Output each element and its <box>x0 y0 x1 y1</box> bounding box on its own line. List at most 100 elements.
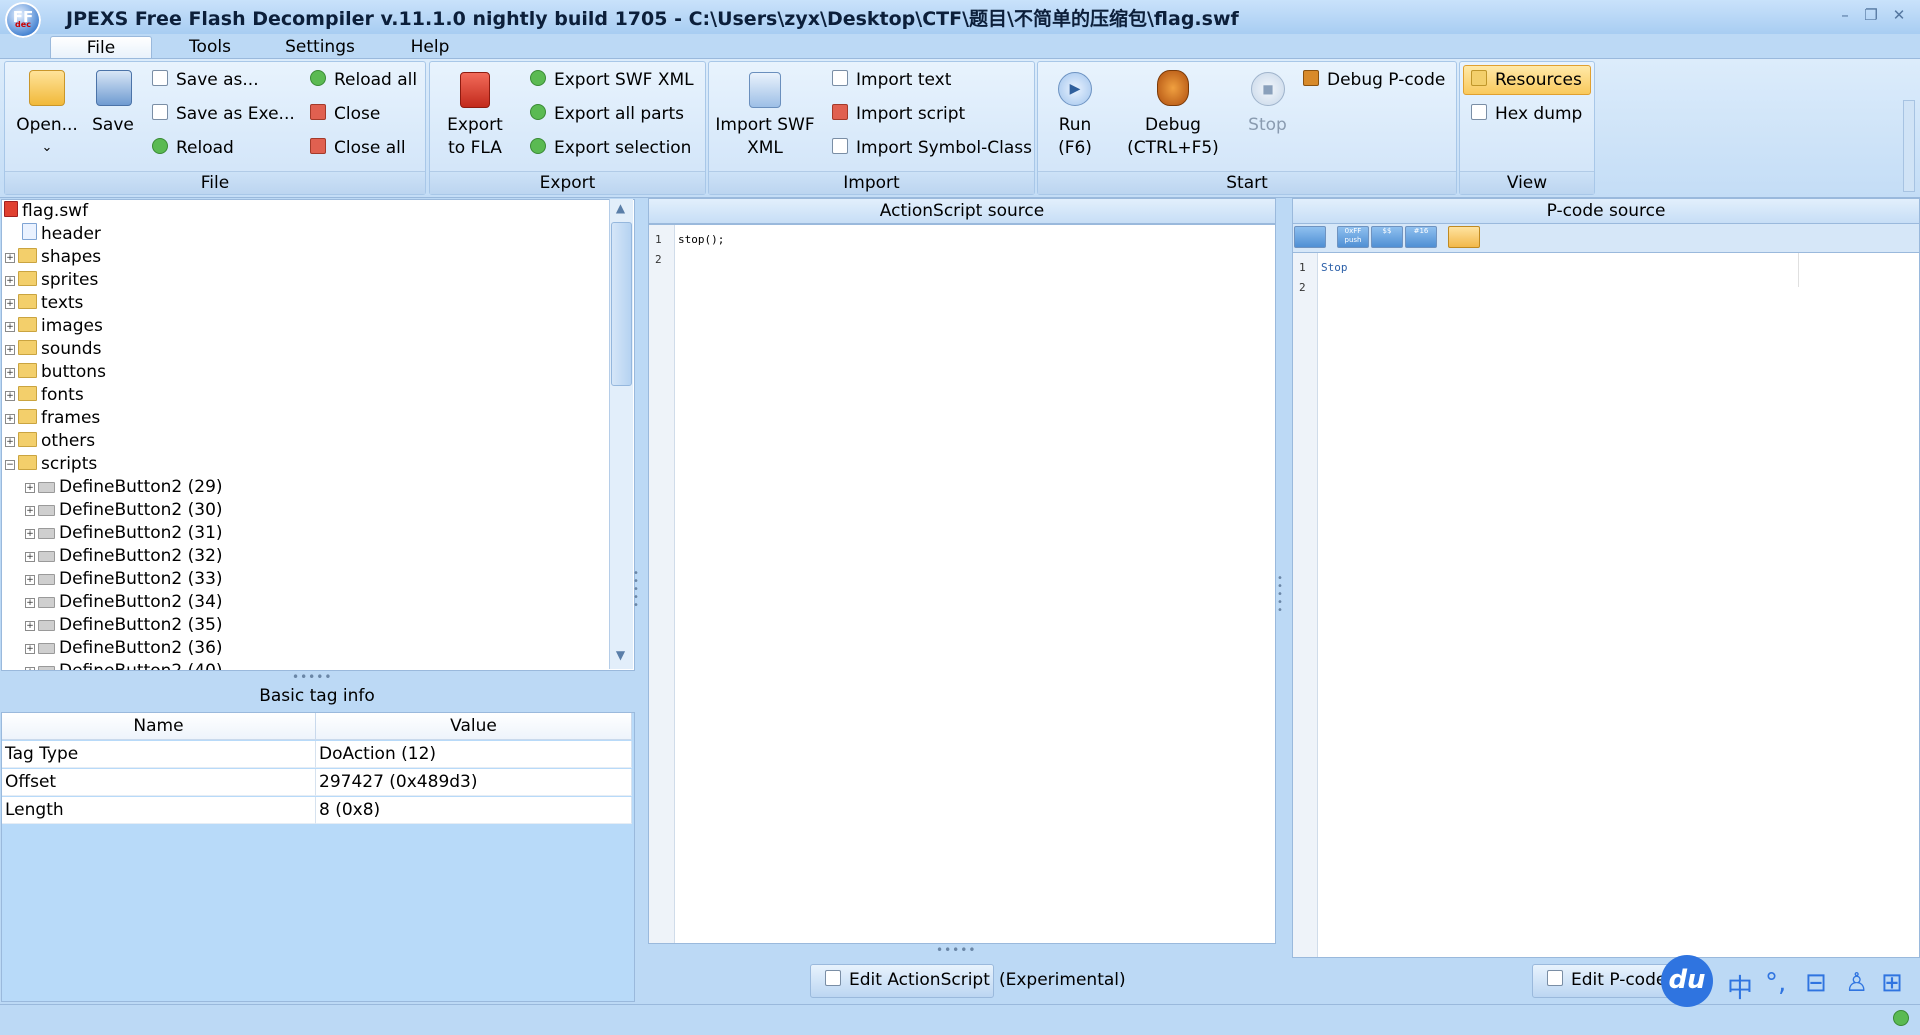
tree-node-shapes[interactable]: + shapes <box>5 246 101 269</box>
editor-split-handle[interactable]: ••••• <box>936 943 976 957</box>
debug-button[interactable]: Debug (CTRL+F5) <box>1118 68 1228 163</box>
export-swf-xml-button[interactable]: Export SWF XML <box>530 70 694 90</box>
close-file-button[interactable]: Close <box>310 104 380 124</box>
punctuation-icon[interactable]: °, <box>1765 968 1786 998</box>
hex-dump-button[interactable]: Hex dump <box>1471 104 1582 124</box>
toolbar-number-icon[interactable]: #16 <box>1405 226 1437 248</box>
tree-node-sounds[interactable]: + sounds <box>5 338 101 361</box>
collapse-icon[interactable]: − <box>5 460 15 470</box>
expand-icon[interactable]: + <box>25 621 35 631</box>
tree-node-texts[interactable]: + texts <box>5 292 83 315</box>
tree-node-header[interactable]: header <box>10 223 101 246</box>
edit-pcode-button[interactable]: Edit P-code <box>1532 964 1670 998</box>
expand-icon[interactable]: + <box>25 598 35 608</box>
expand-icon[interactable]: + <box>25 644 35 654</box>
expand-icon[interactable]: + <box>25 529 35 539</box>
expand-icon[interactable]: + <box>25 667 35 670</box>
tree-node-definebutton2[interactable]: + DefineButton2 (31) <box>25 522 223 545</box>
expand-icon[interactable]: + <box>25 552 35 562</box>
scroll-down-icon[interactable]: ▼ <box>611 648 630 666</box>
debug-pcode-button[interactable]: Debug P-code <box>1303 70 1445 90</box>
expand-icon[interactable]: + <box>5 322 15 332</box>
tree-scroll-thumb[interactable] <box>611 222 632 386</box>
expand-icon[interactable]: + <box>5 414 15 424</box>
tree-node-fonts[interactable]: + fonts <box>5 384 84 407</box>
tree-node-definebutton2[interactable]: + DefineButton2 (40) <box>25 660 223 670</box>
toolbar-deobfuscate-icon[interactable] <box>1294 226 1326 248</box>
tree-root[interactable]: flag.swf <box>4 200 88 223</box>
chinese-mode-icon[interactable]: 中 <box>1727 968 1753 1005</box>
user-icon[interactable]: ♙ <box>1845 968 1868 998</box>
pcode-editor[interactable]: 1 2 Stop <box>1292 252 1920 958</box>
tree-node-frames[interactable]: + frames <box>5 407 100 430</box>
tree-split-handle[interactable]: ••••• <box>292 670 332 684</box>
tree-node-others[interactable]: + others <box>5 430 95 453</box>
tree-node-definebutton2[interactable]: + DefineButton2 (33) <box>25 568 223 591</box>
run-button[interactable]: ▶ Run (F6) <box>1045 68 1105 163</box>
tree-node-sprites[interactable]: + sprites <box>5 269 98 292</box>
tree-node-definebutton2[interactable]: + DefineButton2 (30) <box>25 499 223 522</box>
right-split-handle[interactable]: • • • • • <box>1277 574 1289 616</box>
folder-icon <box>18 248 37 263</box>
column-header-value[interactable]: Value <box>316 713 632 740</box>
folder-icon <box>18 409 37 424</box>
tree-node-buttons[interactable]: + buttons <box>5 361 106 384</box>
scroll-up-icon[interactable]: ▲ <box>611 201 630 219</box>
expand-icon[interactable]: + <box>25 483 35 493</box>
tree-node-images[interactable]: + images <box>5 315 103 338</box>
expand-icon[interactable]: + <box>5 276 15 286</box>
expand-icon[interactable]: + <box>5 391 15 401</box>
toolbar-settings-icon[interactable] <box>1448 226 1480 248</box>
export-selection-button[interactable]: Export selection <box>530 138 691 158</box>
import-text-button[interactable]: Import text <box>832 70 951 90</box>
ribbon-scrollbar[interactable] <box>1903 100 1915 192</box>
expand-icon[interactable]: + <box>25 575 35 585</box>
actionscript-editor[interactable]: 1 2 stop(); <box>648 224 1276 944</box>
import-script-button[interactable]: Import script <box>832 104 965 124</box>
toolbox-icon[interactable]: ⊟ <box>1805 968 1827 998</box>
folder-open-icon <box>29 70 65 106</box>
close-all-button[interactable]: Close all <box>310 138 406 158</box>
expand-icon[interactable]: + <box>5 299 15 309</box>
stop-button[interactable]: ■ Stop <box>1240 68 1295 163</box>
expand-icon[interactable]: + <box>25 506 35 516</box>
reload-button[interactable]: Reload <box>152 138 234 158</box>
edit-actionscript-button[interactable]: Edit ActionScript <box>810 964 994 998</box>
app-logo[interactable]: FF dec <box>5 2 41 38</box>
tree-node-definebutton2[interactable]: + DefineButton2 (29) <box>25 476 223 499</box>
tree-node-label: header <box>41 224 101 244</box>
expand-icon[interactable]: + <box>5 345 15 355</box>
toolbar-push-icon[interactable]: 0xFF push <box>1337 226 1369 248</box>
reload-all-button[interactable]: Reload all <box>310 70 417 90</box>
tree-node-definebutton2[interactable]: + DefineButton2 (36) <box>25 637 223 660</box>
open-button[interactable]: Open... ⌄ <box>12 68 82 163</box>
import-symbol-class-button[interactable]: Import Symbol-Class <box>832 138 1032 158</box>
expand-icon[interactable]: + <box>5 253 15 263</box>
minimize-button[interactable]: – <box>1836 6 1854 24</box>
save-as-exe-button[interactable]: Save as Exe... <box>152 104 295 124</box>
export-all-parts-button[interactable]: Export all parts <box>530 104 684 124</box>
baidu-ime-logo[interactable]: du <box>1661 955 1713 1007</box>
edit-pcode-label: Edit P-code <box>1571 970 1667 990</box>
save-as-button[interactable]: Save as... <box>152 70 259 90</box>
export-fla-button[interactable]: Export to FLA <box>440 68 510 163</box>
tab-file[interactable]: File <box>50 36 152 59</box>
tab-help[interactable]: Help <box>395 36 465 58</box>
tab-tools[interactable]: Tools <box>170 36 250 58</box>
tree-node-definebutton2[interactable]: + DefineButton2 (32) <box>25 545 223 568</box>
tree-node-definebutton2[interactable]: + DefineButton2 (34) <box>25 591 223 614</box>
grid-icon[interactable]: ⊞ <box>1881 968 1903 998</box>
import-swf-xml-button[interactable]: Import SWF XML <box>715 68 815 163</box>
restore-button[interactable]: ❐ <box>1862 6 1880 24</box>
left-split-handle[interactable]: • • • • • <box>633 569 645 611</box>
tree-node-definebutton2[interactable]: + DefineButton2 (35) <box>25 614 223 637</box>
expand-icon[interactable]: + <box>5 368 15 378</box>
pcode-panel-title: P-code source <box>1292 198 1920 224</box>
save-button[interactable]: Save <box>88 68 138 143</box>
expand-icon[interactable]: + <box>5 437 15 447</box>
toolbar-hex-icon[interactable]: $$ <box>1371 226 1403 248</box>
column-header-name[interactable]: Name <box>2 713 316 740</box>
tree-node-scripts[interactable]: − scripts <box>5 453 97 476</box>
tab-settings[interactable]: Settings <box>275 36 365 58</box>
close-button[interactable]: ✕ <box>1890 6 1908 24</box>
